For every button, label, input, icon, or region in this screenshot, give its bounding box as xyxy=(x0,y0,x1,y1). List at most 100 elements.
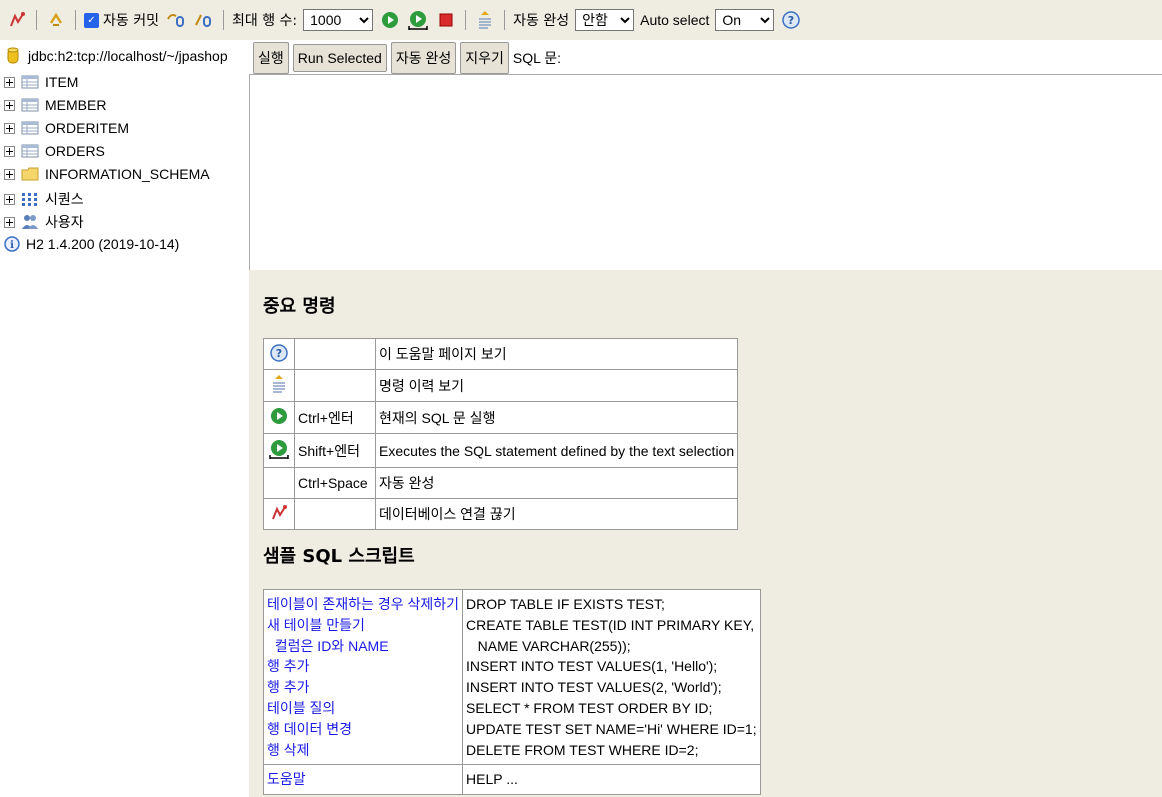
sql-button-bar: 실행 Run Selected 자동 완성 지우기 SQL 문: xyxy=(249,40,1162,75)
help-desc: 명령 이력 보기 xyxy=(374,369,739,402)
maxrows-label: 최대 행 수: xyxy=(231,13,298,29)
connection-node[interactable]: jdbc:h2:tcp://localhost/~/jpashop xyxy=(4,47,228,64)
connection-url: jdbc:h2:tcp://localhost/~/jpashop xyxy=(28,48,228,64)
tree-item-label: MEMBER xyxy=(45,97,107,113)
help-icon: ? xyxy=(270,343,288,362)
toolbar-separator xyxy=(504,10,506,30)
history-icon[interactable] xyxy=(474,9,496,31)
sample-sql-line: CREATE TABLE TEST(ID INT PRIMARY KEY, xyxy=(466,616,755,633)
sample-link[interactable]: 컬럼은 ID와 NAME xyxy=(267,636,459,657)
run-button[interactable]: 실행 xyxy=(253,41,289,74)
autocomplete-button[interactable]: 자동 완성 xyxy=(390,41,457,74)
sample-sql-line: INSERT INTO TEST VALUES(1, 'Hello'); xyxy=(466,658,718,675)
svg-text:?: ? xyxy=(788,14,794,27)
run-icon[interactable] xyxy=(379,9,401,31)
expand-icon[interactable] xyxy=(4,122,15,134)
autocommit-label: 자동 커밋 xyxy=(103,13,159,29)
check-icon[interactable]: ✓ xyxy=(84,12,99,28)
expand-icon[interactable] xyxy=(4,193,15,205)
sample-link[interactable]: 행 데이터 변경 xyxy=(267,719,459,740)
help-desc: 데이터베이스 연결 끊기 xyxy=(374,498,739,530)
expand-icon[interactable] xyxy=(4,145,15,157)
maxrows-select[interactable]: 1000 xyxy=(303,9,374,31)
help-desc: Executes the SQL statement defined by th… xyxy=(374,433,739,468)
help-key: Shift+엔터 xyxy=(294,433,376,468)
sample-sql-line: UPDATE TEST SET NAME='Hi' WHERE ID=1; xyxy=(466,720,757,737)
sample-sql-line: DELETE FROM TEST WHERE ID=2; xyxy=(466,741,699,758)
tree-item-label: ITEM xyxy=(45,74,79,90)
sample-sql-line: HELP ... xyxy=(462,764,761,796)
autocommit-checkbox[interactable]: ✓ 자동 커밋 xyxy=(84,10,159,30)
tree-item-member[interactable]: MEMBER xyxy=(4,97,106,113)
autocomplete-label: 자동 완성 xyxy=(513,13,570,29)
sql-input[interactable] xyxy=(249,74,1162,270)
expand-icon[interactable] xyxy=(4,168,15,180)
expand-icon[interactable] xyxy=(4,76,15,88)
commit-icon[interactable] xyxy=(193,9,215,31)
tree-item-users[interactable]: 사용자 xyxy=(4,212,84,232)
table-row: ? 이 도움말 페이지 보기 xyxy=(263,338,739,370)
toolbar-separator xyxy=(465,10,467,30)
rollback-icon[interactable] xyxy=(165,9,187,31)
tree-item-label: 시퀀스 xyxy=(45,191,84,207)
table-row: Shift+엔터 Executes the SQL statement defi… xyxy=(263,433,739,468)
stop-icon[interactable] xyxy=(435,9,457,31)
toolbar-separator xyxy=(75,10,76,30)
autoselect-label: Auto select xyxy=(640,12,710,28)
help-desc: 이 도움말 페이지 보기 xyxy=(374,338,739,370)
table-row: Ctrl+엔터 현재의 SQL 문 실행 xyxy=(263,401,739,434)
sample-link[interactable]: 테이블 질의 xyxy=(267,698,459,719)
table-icon xyxy=(21,74,39,90)
sample-link[interactable]: 테이블이 존재하는 경우 삭제하기 xyxy=(267,594,459,615)
tree-item-orders[interactable]: ORDERS xyxy=(4,143,105,159)
table-icon xyxy=(21,143,39,159)
sample-table: 테이블이 존재하는 경우 삭제하기 새 테이블 만들기 컬럼은 ID와 NAME… xyxy=(263,588,761,796)
run-selected-icon[interactable] xyxy=(407,9,429,31)
refresh-icon[interactable] xyxy=(45,9,67,31)
help-icon[interactable]: ? xyxy=(780,9,802,31)
help-icon-cell: ? xyxy=(263,338,295,370)
run-selected-icon xyxy=(269,440,289,459)
sample-sql-line: SELECT * FROM TEST ORDER BY ID; xyxy=(466,699,713,716)
tree-item-label: 사용자 xyxy=(45,214,84,230)
history-icon xyxy=(273,375,285,393)
table-row: 명령 이력 보기 xyxy=(263,369,739,402)
tree-item-label: ORDERITEM xyxy=(45,120,129,136)
sample-sql-line: NAME VARCHAR(255)); xyxy=(466,637,631,654)
sample-link[interactable]: 행 추가 xyxy=(267,677,459,698)
version-label: H2 1.4.200 (2019-10-14) xyxy=(26,236,180,252)
sample-link[interactable]: 행 삭제 xyxy=(267,740,459,761)
disconnect-icon[interactable] xyxy=(6,9,28,31)
help-title: 중요 명령 xyxy=(263,296,336,317)
sample-link[interactable]: 새 테이블 만들기 xyxy=(267,615,459,636)
tree-item-label: ORDERS xyxy=(45,143,105,159)
expand-icon[interactable] xyxy=(4,216,15,228)
folder-icon xyxy=(21,166,39,182)
disconnect-icon xyxy=(272,504,287,519)
expand-icon[interactable] xyxy=(4,99,15,111)
tree-item-information-schema[interactable]: INFORMATION_SCHEMA xyxy=(4,166,210,182)
sequence-icon xyxy=(21,191,39,207)
toolbar: ✓ 자동 커밋 최대 행 수: 1000 자동 완성 안함 Auto selec… xyxy=(0,0,1162,40)
svg-text:i: i xyxy=(10,240,14,251)
tree-item-sequences[interactable]: 시퀀스 xyxy=(4,189,84,209)
users-icon xyxy=(21,214,39,230)
sql-label: SQL 문: xyxy=(512,49,562,66)
svg-text:?: ? xyxy=(276,347,282,360)
tree-item-orderitem[interactable]: ORDERITEM xyxy=(4,120,129,136)
help-link[interactable]: 도움말 xyxy=(267,769,459,790)
run-selected-button[interactable]: Run Selected xyxy=(292,43,387,72)
sample-link[interactable]: 행 추가 xyxy=(267,656,459,677)
toolbar-separator xyxy=(222,10,224,30)
run-icon xyxy=(271,408,287,424)
table-icon xyxy=(21,120,39,136)
help-key xyxy=(294,369,376,402)
table-row: 테이블이 존재하는 경우 삭제하기 새 테이블 만들기 컬럼은 ID와 NAME… xyxy=(263,588,761,766)
version-info: i H2 1.4.200 (2019-10-14) xyxy=(4,236,179,252)
autocomplete-select[interactable]: 안함 xyxy=(575,9,635,31)
autoselect-select[interactable]: On xyxy=(715,9,775,31)
help-key xyxy=(294,498,376,530)
clear-button[interactable]: 지우기 xyxy=(460,41,509,74)
table-icon xyxy=(21,97,39,113)
tree-item-item[interactable]: ITEM xyxy=(4,74,78,90)
